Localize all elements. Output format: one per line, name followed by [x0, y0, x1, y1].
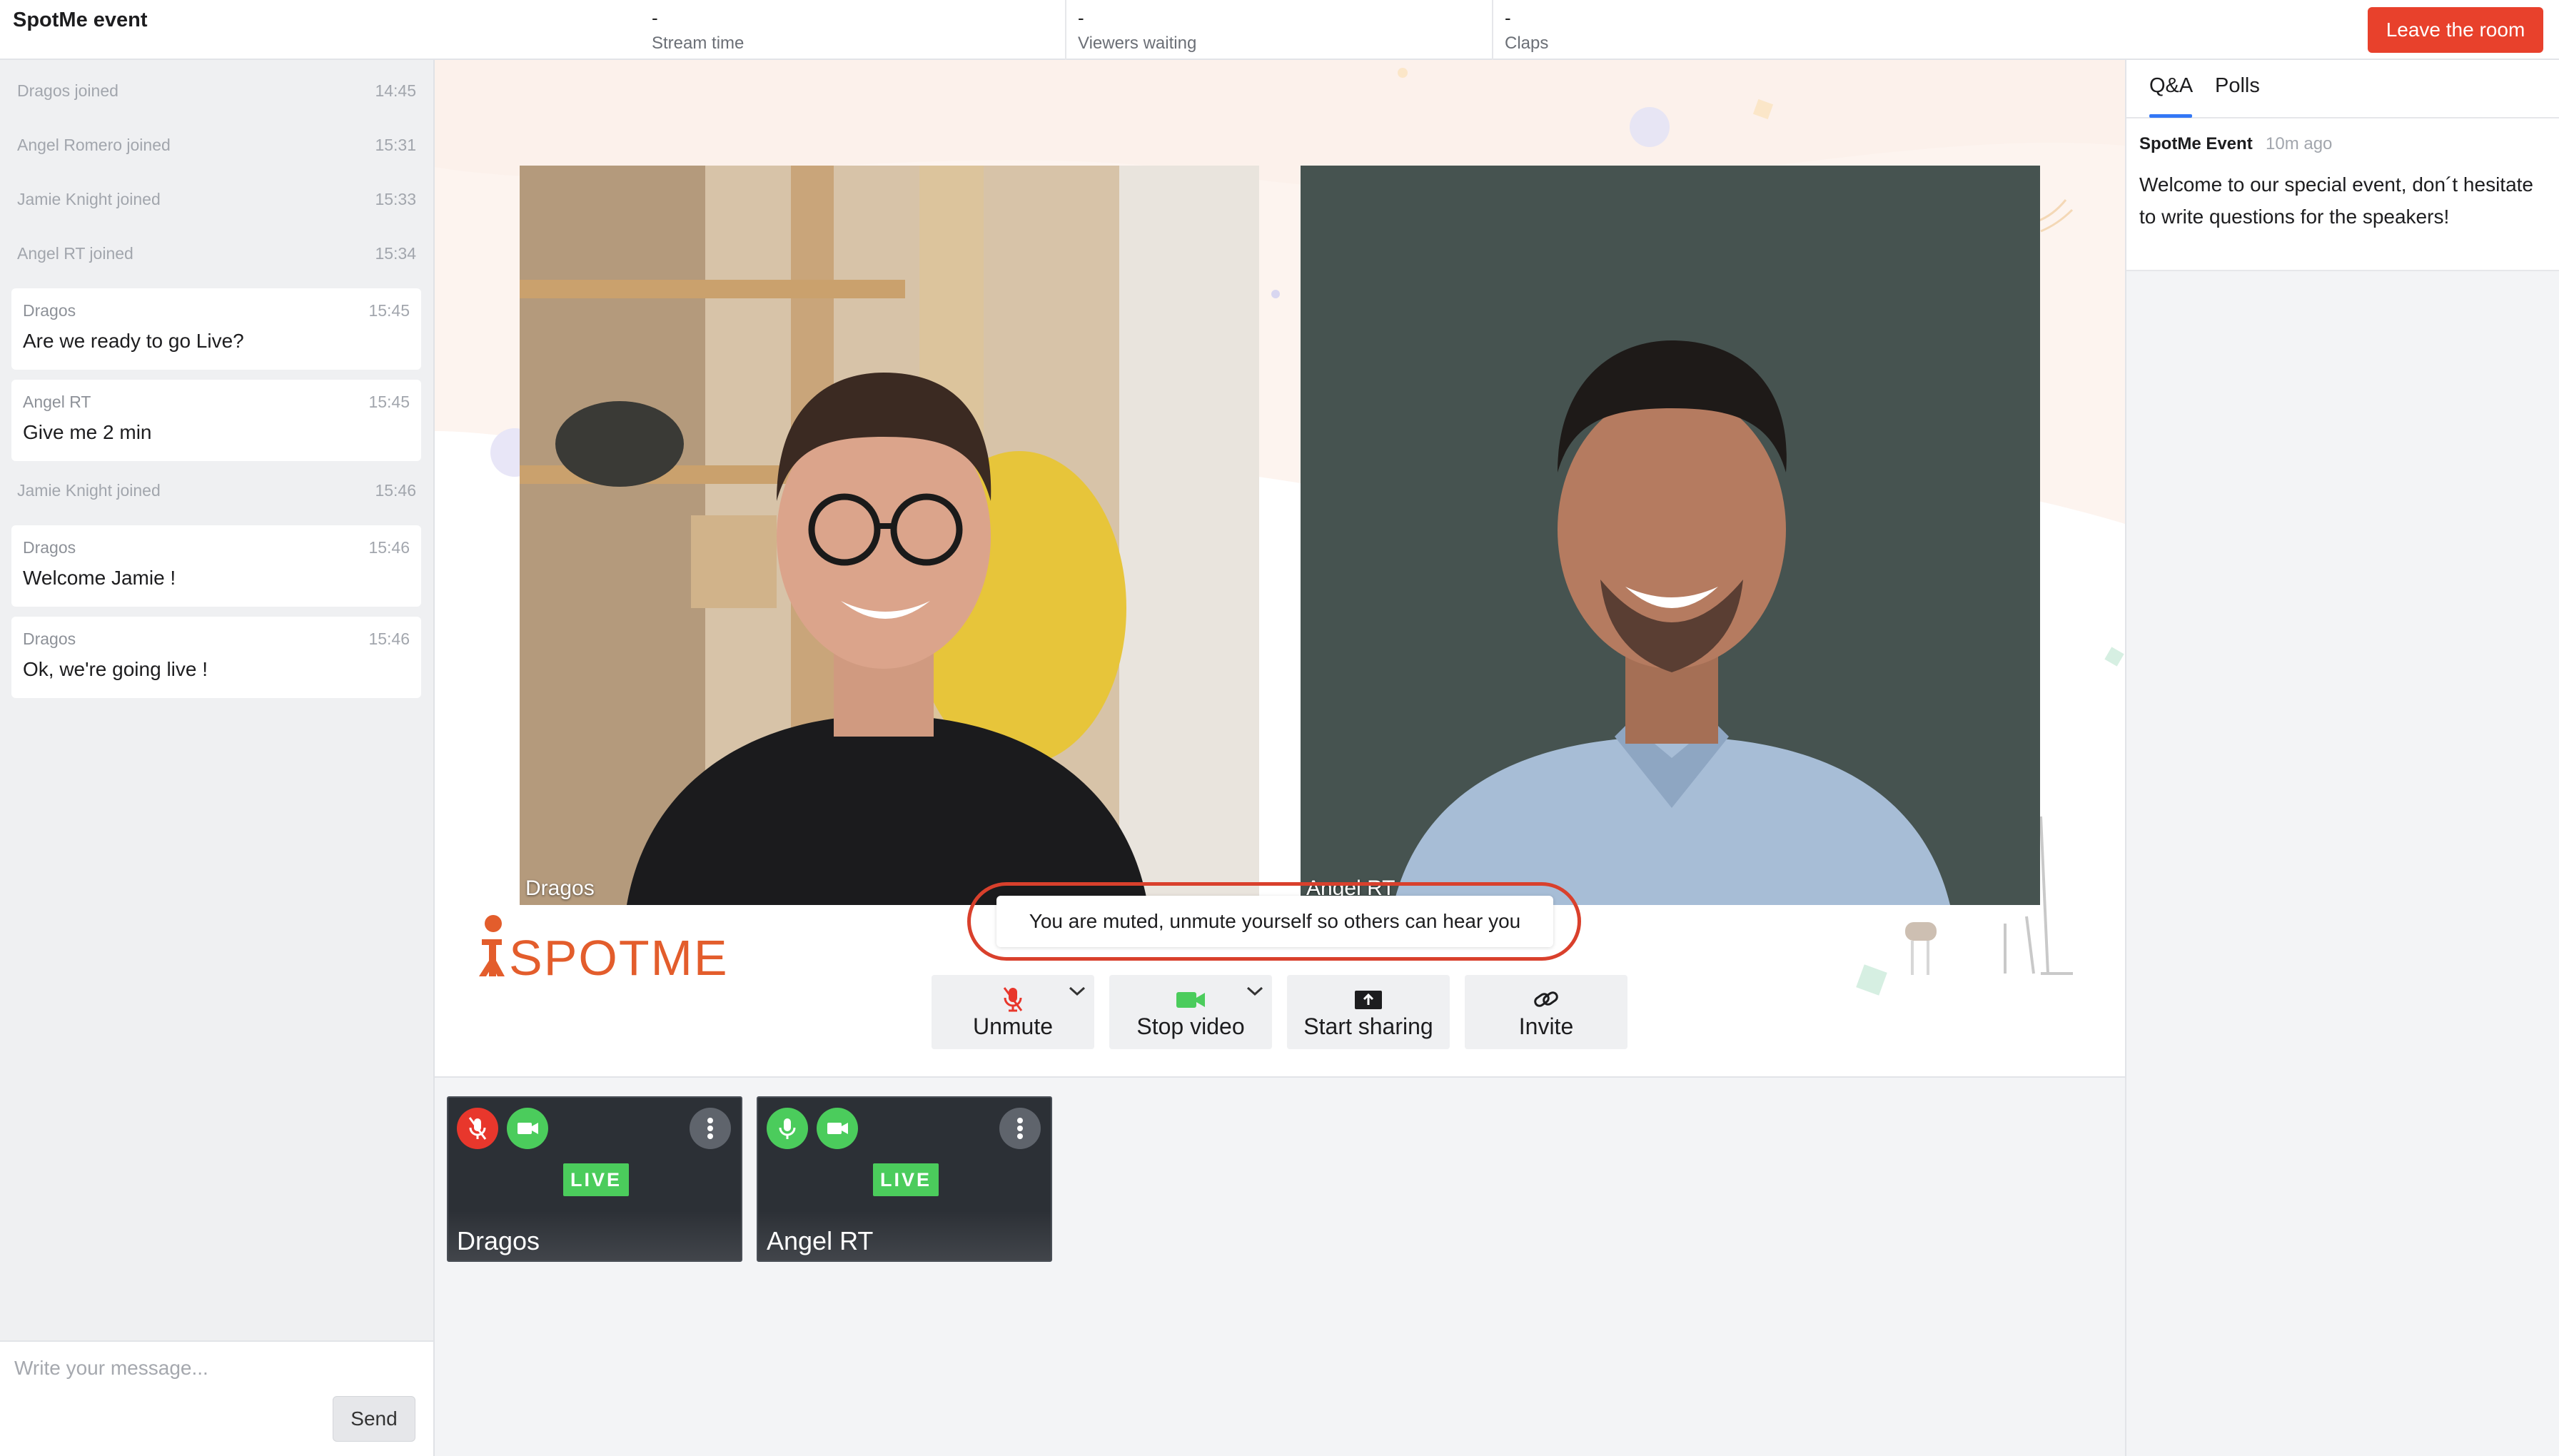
chat-message: Dragos 15:45 Are we ready to go Live?	[11, 288, 421, 370]
tab-polls[interactable]: Polls	[2215, 74, 2260, 98]
chat-system-message: Jamie Knight joined 15:33	[17, 190, 416, 218]
more-options-icon[interactable]	[690, 1108, 731, 1149]
claps-label: Claps	[1505, 34, 1549, 53]
tab-bar: Q&A Polls	[2126, 60, 2559, 118]
video-feed-angel-rt: Angel RT	[1301, 166, 2040, 905]
chat-composer: Send	[0, 1340, 433, 1456]
message-time: 15:46	[368, 630, 410, 648]
participant-video-image	[520, 166, 1259, 905]
message-time: 15:45	[368, 301, 410, 320]
chat-system-message: Angel Romero joined 15:31	[17, 136, 416, 164]
unmute-label: Unmute	[972, 1013, 1054, 1039]
message-time: 15:46	[368, 538, 410, 557]
stream-time-value: -	[652, 7, 658, 29]
message-time: 15:33	[375, 190, 416, 208]
logo-text: SPOTME	[509, 930, 729, 986]
message-author: Dragos	[23, 538, 76, 557]
chat-panel: Dragos joined 14:45 Angel Romero joined …	[0, 60, 435, 1456]
participant-tile-angel-rt[interactable]: LIVE Angel RT	[757, 1096, 1052, 1262]
qa-text: Welcome to our special event, don´t hesi…	[2139, 173, 2534, 228]
unmute-button[interactable]: Unmute	[932, 975, 1094, 1049]
divider	[1065, 0, 1066, 60]
message-time: 14:45	[375, 81, 416, 100]
link-icon	[1465, 985, 1627, 1013]
message-time: 15:31	[375, 136, 416, 154]
qa-panel: Q&A Polls SpotMe Event 10m ago Welcome t…	[2125, 60, 2559, 1456]
message-time: 15:45	[368, 393, 410, 411]
active-tab-indicator	[2149, 114, 2192, 118]
message-text: Ok, we're going live !	[23, 658, 208, 680]
message-time: 15:34	[375, 244, 416, 263]
stream-time-stat: - Stream time	[652, 7, 744, 59]
start-sharing-button[interactable]: Start sharing	[1287, 975, 1450, 1049]
start-sharing-label: Start sharing	[1303, 1013, 1433, 1039]
video-name-label: Dragos	[525, 876, 595, 900]
tab-qa[interactable]: Q&A	[2149, 74, 2193, 98]
more-options-icon[interactable]	[999, 1108, 1041, 1149]
participant-video-image	[1301, 166, 2040, 905]
message-text: Welcome Jamie !	[23, 567, 176, 589]
stream-time-label: Stream time	[652, 34, 745, 53]
top-bar: SpotMe event - Stream time - Viewers wai…	[0, 0, 2559, 60]
mic-on-icon[interactable]	[767, 1108, 808, 1149]
chat-system-message: Dragos joined 14:45	[17, 81, 416, 110]
video-feed-dragos: Dragos	[520, 166, 1259, 905]
chat-message: Dragos 15:46 Welcome Jamie !	[11, 525, 421, 607]
message-author: Dragos	[23, 630, 76, 648]
stop-video-button[interactable]: Stop video	[1109, 975, 1272, 1049]
system-text: Angel RT joined	[17, 244, 133, 263]
message-author: Dragos	[23, 301, 76, 320]
message-author: Angel RT	[23, 393, 91, 411]
event-title: SpotMe event	[13, 9, 148, 31]
viewers-waiting-stat: - Viewers waiting	[1078, 7, 1196, 59]
participant-name: Dragos	[457, 1226, 540, 1255]
muted-notice: You are muted, unmute yourself so others…	[967, 882, 1581, 961]
qa-time: 10m ago	[2266, 134, 2333, 153]
main-stage: Dragos Angel RT SPOTME You are muted, un…	[435, 60, 2125, 1078]
claps-value: -	[1505, 7, 1511, 29]
divider	[1492, 0, 1493, 60]
chat-message: Dragos 15:46 Ok, we're going live !	[11, 617, 421, 698]
claps-stat: - Claps	[1505, 7, 1548, 59]
system-text: Angel Romero joined	[17, 136, 171, 154]
participant-tile-dragos[interactable]: LIVE Dragos	[447, 1096, 742, 1262]
chat-system-message: Jamie Knight joined 15:46	[17, 481, 416, 510]
live-badge: LIVE	[873, 1163, 939, 1196]
message-text: Give me 2 min	[23, 421, 152, 443]
muted-notice-text: You are muted, unmute yourself so others…	[996, 896, 1553, 947]
leave-room-button[interactable]: Leave the room	[2368, 7, 2543, 53]
mic-muted-icon[interactable]	[457, 1108, 498, 1149]
send-button[interactable]: Send	[333, 1396, 415, 1442]
system-text: Jamie Knight joined	[17, 190, 161, 208]
chevron-down-icon[interactable]	[1067, 984, 1087, 1000]
invite-button[interactable]: Invite	[1465, 975, 1627, 1049]
viewers-waiting-value: -	[1078, 7, 1084, 29]
viewers-waiting-label: Viewers waiting	[1078, 34, 1197, 53]
system-text: Jamie Knight joined	[17, 481, 161, 500]
chevron-down-icon[interactable]	[1245, 984, 1265, 1000]
live-badge: LIVE	[563, 1163, 629, 1196]
video-on-icon[interactable]	[817, 1108, 858, 1149]
screen-share-icon	[1287, 985, 1450, 1013]
participant-name: Angel RT	[767, 1226, 874, 1255]
message-input[interactable]	[14, 1349, 414, 1387]
video-on-icon[interactable]	[507, 1108, 548, 1149]
chat-system-message: Angel RT joined 15:34	[17, 244, 416, 273]
spotme-logo: SPOTME	[479, 915, 729, 986]
message-time: 15:46	[375, 481, 416, 500]
qa-post: SpotMe Event 10m ago Welcome to our spec…	[2126, 118, 2559, 271]
message-text: Are we ready to go Live?	[23, 330, 244, 352]
system-text: Dragos joined	[17, 81, 118, 100]
stop-video-label: Stop video	[1136, 1013, 1245, 1039]
qa-author: SpotMe Event	[2139, 134, 2253, 153]
chat-message: Angel RT 15:45 Give me 2 min	[11, 380, 421, 461]
invite-label: Invite	[1518, 1013, 1574, 1039]
